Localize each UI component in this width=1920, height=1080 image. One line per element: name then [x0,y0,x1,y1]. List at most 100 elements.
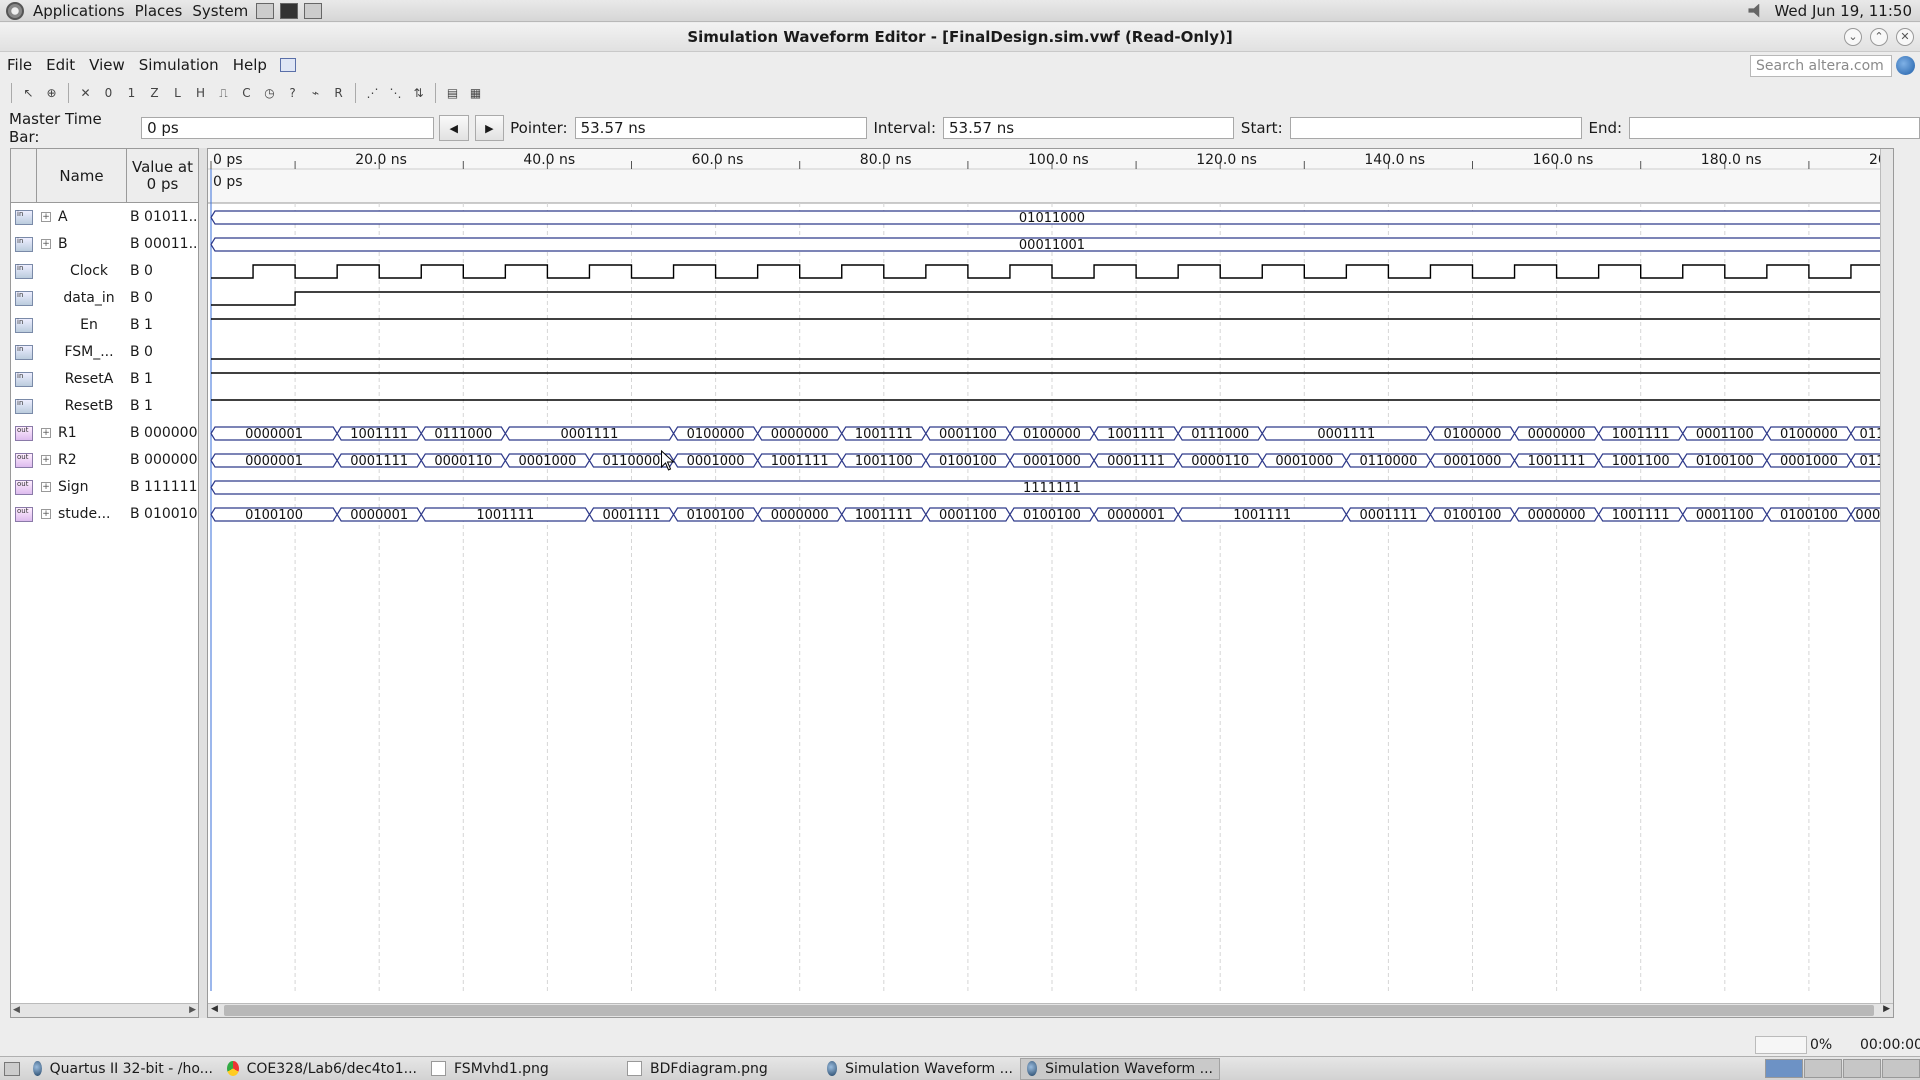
snap-to-grid-icon[interactable]: ⋰ [363,83,383,103]
applications-menu[interactable]: Applications [28,2,130,20]
selection-tool-icon[interactable]: ↖ [19,83,39,103]
signal-row[interactable]: in FSM_... B 0 [11,339,198,366]
signal-row[interactable]: out + R2B 0000001 [11,447,198,474]
force-high-impedance-icon[interactable]: Z [145,83,165,103]
menu-simulation[interactable]: Simulation [132,56,226,74]
master-time-bar-field[interactable]: 0 ps [141,117,434,139]
terminal-launcher-icon[interactable] [280,2,299,19]
signal-row[interactable]: in ResetB B 1 [11,393,198,420]
waveform-horizontal-scrollbar[interactable]: ◀ ▶ [208,1003,1893,1017]
expand-bus-icon[interactable]: + [41,428,51,438]
taskbar-item[interactable]: COE328/Lab6/dec4to1... [220,1058,424,1080]
previous-transition-button[interactable]: ◀ [438,115,469,141]
globe-icon[interactable] [1896,56,1915,75]
signal-name[interactable]: data_in [53,290,125,306]
signal-name[interactable]: En [53,317,125,333]
system-menu[interactable]: System [187,2,253,20]
places-menu[interactable]: Places [130,2,188,20]
taskbar-item[interactable]: BDFdiagram.png [620,1058,820,1080]
next-transition-button[interactable]: ▶ [474,115,505,141]
grid-icon[interactable]: ⋱ [386,83,406,103]
workspace-1[interactable] [1765,1059,1803,1078]
signal-name[interactable]: B [58,236,130,252]
signal-row[interactable]: out + R1B 0000001 [11,420,198,447]
taskbar-item[interactable]: FSMvhd1.png [424,1058,620,1080]
end-field[interactable] [1629,117,1920,139]
signal-name[interactable]: ResetA [53,371,125,387]
show-desktop-icon[interactable] [4,1061,20,1076]
taskbar-item[interactable]: Simulation Waveform ... [820,1058,1020,1080]
signal-name[interactable]: Sign [58,479,130,495]
scroll-left-arrow-icon[interactable]: ◀ [13,1005,20,1015]
waveform-canvas[interactable]: 0 ps 20.0 ns 40.0 ns 60.0 ns 80.0 ns 100.0 ns… [208,149,1880,1005]
menu-view[interactable]: View [82,56,132,74]
file-manager-launcher-icon[interactable] [256,2,275,19]
signal-row[interactable]: in ResetA B 1 [11,366,198,393]
overwrite-value-icon[interactable]: ⌁ [306,83,326,103]
menu-edit[interactable]: Edit [39,56,82,74]
panel-splitter[interactable] [199,148,207,1018]
gnome-foot-icon[interactable] [6,1,24,20]
signal-row[interactable]: in data_in B 0 [11,285,198,312]
value-column-header[interactable]: Value at 0 ps [127,149,198,202]
volume-icon[interactable] [1748,3,1760,18]
waveform-vertical-scrollbar[interactable] [1880,149,1893,1005]
signal-row[interactable]: out + stude...B 0100100 [11,501,198,528]
taskbar-item[interactable]: Quartus II 32-bit - /ho... [26,1058,220,1080]
count-value-icon[interactable]: C [237,83,257,103]
workspace-3[interactable] [1843,1059,1881,1078]
signal-name[interactable]: stude... [58,506,130,522]
menu-help[interactable]: Help [226,56,274,74]
force-low-icon[interactable]: 0 [99,83,119,103]
search-input[interactable]: Search altera.com [1750,55,1892,77]
workspace-switcher[interactable] [1765,1059,1920,1078]
random-value-icon[interactable]: ? [283,83,303,103]
options-icon[interactable]: ▤ [443,83,463,103]
force-high-icon[interactable]: 1 [122,83,142,103]
expand-bus-icon[interactable]: + [41,212,51,222]
scroll-left-arrow-icon[interactable]: ◀ [211,1004,218,1014]
signal-row[interactable]: in + B B 00011... [11,231,198,258]
menu-file[interactable]: File [0,56,39,74]
expand-bus-icon[interactable]: + [41,482,51,492]
start-field[interactable] [1289,117,1582,139]
context-help-icon[interactable] [279,58,296,72]
signal-name[interactable]: R1 [58,425,130,441]
expand-bus-icon[interactable]: + [41,455,51,465]
report-icon[interactable]: ▦ [466,83,486,103]
minimize-button[interactable]: ⌄ [1844,28,1862,46]
force-weak-low-icon[interactable]: L [168,83,188,103]
force-weak-high-icon[interactable]: H [191,83,211,103]
signal-name[interactable]: FSM_... [53,344,125,360]
close-button[interactable]: ✕ [1896,28,1914,46]
workspace-4[interactable] [1882,1059,1920,1078]
clock[interactable]: Wed Jun 19, 11:50 [1774,2,1912,20]
expand-bus-icon[interactable]: + [41,239,51,249]
sort-icon[interactable]: ⇅ [409,83,429,103]
arbitrary-value-icon[interactable]: R [329,83,349,103]
bus-value-label: 0001100 [939,508,997,523]
signal-row[interactable]: out + SignB 1111111 [11,474,198,501]
scrollbar-thumb[interactable] [224,1005,1874,1016]
taskbar-item[interactable]: Simulation Waveform ... [1020,1057,1220,1080]
signal-row[interactable]: in En B 1 [11,312,198,339]
signal-name[interactable]: R2 [58,452,130,468]
invert-icon[interactable]: ⎍ [214,83,234,103]
workspace-2[interactable] [1804,1059,1842,1078]
maximize-button[interactable]: ⌃ [1870,28,1888,46]
signal-row[interactable]: in + A B 01011... [11,204,198,231]
signal-row[interactable]: in Clock B 0 [11,258,198,285]
expand-bus-icon[interactable]: + [41,509,51,519]
name-column-header[interactable]: Name [37,149,127,202]
signal-name[interactable]: Clock [53,263,125,279]
editor-launcher-icon[interactable] [304,2,323,19]
signal-name[interactable]: ResetB [53,398,125,414]
signal-name[interactable]: A [58,209,130,225]
scroll-right-arrow-icon[interactable]: ▶ [189,1005,196,1015]
bus-value-label: 0000110 [434,454,492,469]
signal-panel-scrollbar[interactable]: ◀ ▶ [11,1003,198,1017]
scroll-right-arrow-icon[interactable]: ▶ [1883,1004,1890,1014]
clock-value-icon[interactable]: ◷ [260,83,280,103]
zoom-tool-icon[interactable]: ⊕ [42,83,62,103]
force-unknown-icon[interactable]: ✕ [76,83,96,103]
